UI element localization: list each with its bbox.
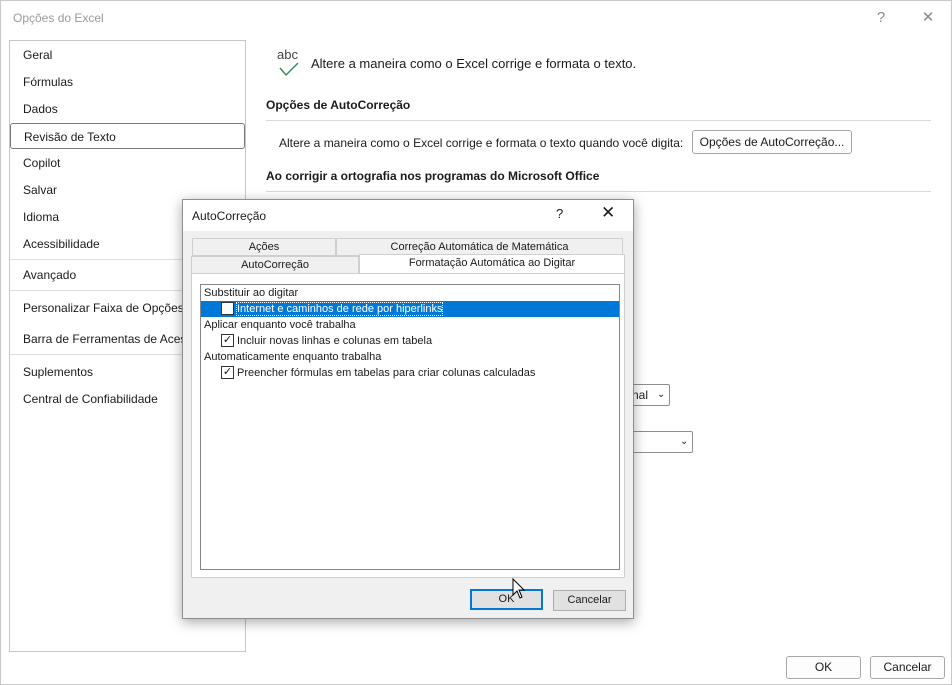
nav-item-dados[interactable]: Dados [10,96,245,122]
dialog-title: AutoCorreção [192,209,267,223]
proofing-abc-icon: abc [277,47,303,77]
checkbox[interactable]: ✓ [221,366,234,379]
section-divider [266,120,931,121]
tab-acoes[interactable]: Ações [192,238,336,256]
checkbox[interactable] [221,302,234,315]
checkbox[interactable]: ✓ [221,334,234,347]
list-group-label: Substituir ao digitar [204,287,299,299]
check-icon [279,62,299,77]
list-item[interactable]: ✓ Preencher fórmulas em tabelas para cri… [201,365,619,381]
ok-button[interactable]: OK [786,656,861,679]
tab-panel: Substituir ao digitar Internet e caminho… [191,273,625,578]
page-description: Altere a maneira como o Excel corrige e … [311,56,637,71]
autocorrect-section-title: Opções de AutoCorreção [266,98,411,112]
spelling-section-title: Ao corrigir a ortografia nos programas d… [266,169,600,183]
nav-item-geral[interactable]: Geral [10,42,245,68]
title-bar: Opções do Excel ? ✕ [1,1,951,35]
dialog-title-bar: AutoCorreção ? ✕ [183,200,633,231]
help-icon[interactable]: ? [870,7,892,29]
list-item[interactable]: ✓ Incluir novas linhas e colunas em tabe… [201,333,619,349]
chevron-down-icon: ⌄ [657,389,666,400]
close-icon[interactable]: ✕ [917,7,939,29]
autocorrect-description: Altere a maneira como o Excel corrige e … [279,136,684,150]
dialog-help-icon[interactable]: ? [556,206,563,221]
cancel-button[interactable]: Cancelar [870,656,945,679]
chevron-down-icon: ⌄ [680,436,689,447]
options-list: Substituir ao digitar Internet e caminho… [200,284,620,570]
tab-formatacao-automatica[interactable]: Formatação Automática ao Digitar [359,254,625,274]
tab-autocorrecao[interactable]: AutoCorreção [191,256,359,274]
section-divider [266,191,931,192]
window-title: Opções do Excel [13,11,104,25]
list-group-label: Automaticamente enquanto trabalha [204,351,382,363]
mouse-cursor-icon [512,578,526,599]
nav-item-revisao-de-texto[interactable]: Revisão de Texto [10,123,245,149]
dialog-cancel-button[interactable]: Cancelar [553,590,626,611]
nav-item-copilot[interactable]: Copilot [10,150,245,176]
dialog-ok-button[interactable]: OK [470,589,543,610]
list-item[interactable]: Internet e caminhos de rede por hiperlin… [201,301,619,317]
list-group-label: Aplicar enquanto você trabalha [204,319,356,331]
autocorrect-options-button[interactable]: Opções de AutoCorreção... [692,130,852,154]
nav-item-formulas[interactable]: Fórmulas [10,69,245,95]
dialog-close-icon[interactable]: ✕ [601,203,615,223]
autocorrect-dialog: AutoCorreção ? ✕ Ações Correção Automáti… [182,199,634,619]
